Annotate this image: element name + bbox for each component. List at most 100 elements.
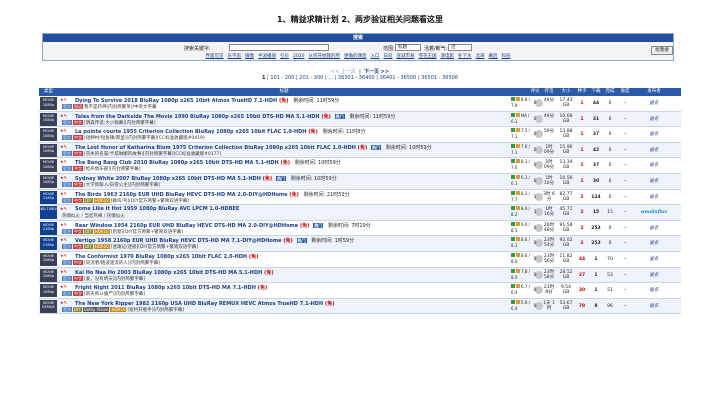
category-icon[interactable]: MOVIE 1080p xyxy=(40,268,57,282)
category-cell[interactable]: MOVIE 2160p xyxy=(39,221,58,236)
pager-link[interactable]: 36401 - 36500 xyxy=(380,75,417,81)
completed-cell[interactable]: 0 xyxy=(604,127,616,142)
quick-link[interactable]: 引价 xyxy=(280,54,289,59)
comments-cell[interactable]: 1 xyxy=(530,190,540,205)
table-row[interactable]: MOVIE 1080p ★✎ The Bang Bang Club 2010 B… xyxy=(39,158,681,174)
quick-link[interactable]: 演电影 xyxy=(440,54,454,59)
seeders-cell[interactable]: 1 xyxy=(576,96,588,111)
category-cell[interactable]: MOVIE 1080p xyxy=(39,283,58,298)
pager-link[interactable]: 101 - 200 xyxy=(270,75,294,81)
seeders-cell[interactable]: 2 xyxy=(576,236,588,251)
category-cell[interactable]: BD 1080i xyxy=(39,205,58,220)
category-cell[interactable]: MOVIE 1080p xyxy=(39,143,58,158)
bookmark-star-icon[interactable]: ★✎ xyxy=(60,269,67,274)
uploader-cell[interactable]: 匿名 xyxy=(634,252,674,267)
category-icon[interactable]: MOVIE 1080p xyxy=(40,143,57,157)
completed-cell[interactable]: 0 xyxy=(604,221,616,236)
quick-link[interactable]: 扑下水 xyxy=(458,54,472,59)
category-cell[interactable]: MOVIE 1080p xyxy=(39,174,58,189)
comments-cell[interactable]: 0 xyxy=(530,299,540,314)
quick-link[interactable]: 半波播放 xyxy=(258,54,276,59)
table-row[interactable]: MOVIE 1080p ★✎ Fright Night 2011 BluRay … xyxy=(39,283,681,299)
comments-cell[interactable]: 1 xyxy=(530,205,540,220)
torrent-title-link[interactable]: The Bang Bang Club 2010 BluRay 1080p x26… xyxy=(75,159,341,166)
uploader-cell[interactable]: 匿名 xyxy=(634,174,674,189)
completed-cell[interactable]: 51 xyxy=(604,283,616,298)
bookmark-star-icon[interactable]: ★✎ xyxy=(60,175,67,180)
leechers-cell[interactable]: 253 xyxy=(590,236,602,251)
seeders-cell[interactable]: 44 xyxy=(576,252,588,267)
leechers-cell[interactable]: 37 xyxy=(590,127,602,142)
quick-link[interactable]: 入口 xyxy=(370,54,379,59)
torrent-title-link[interactable]: Fright Night 2011 BluRay 1080p x265 10bi… xyxy=(75,284,270,291)
torrent-title-link[interactable]: Tales from the Darkside The Movie 1990 B… xyxy=(75,113,395,120)
uploader-cell[interactable]: 匿名 xyxy=(634,158,674,173)
table-row[interactable]: MOVIE 1080p ★✎ The Lost Honor of Kathari… xyxy=(39,142,681,159)
bookmark-star-icon[interactable]: ★✎ xyxy=(60,206,67,211)
table-row[interactable]: MOVIE 1080p ★✎ Tales from the Darkside T… xyxy=(39,111,681,128)
uploader-cell[interactable]: 匿名 xyxy=(634,283,674,298)
leechers-cell[interactable]: 31 xyxy=(590,112,602,127)
uploader-cell[interactable]: 匿名 xyxy=(634,221,674,236)
seeders-cell[interactable]: 78 xyxy=(576,299,588,314)
seeders-cell[interactable]: 1 xyxy=(576,174,588,189)
comments-cell[interactable]: 0 xyxy=(530,283,540,298)
table-row[interactable]: MOVIE 2160p ★✎ The Birds 1963 2160p EUR … xyxy=(39,190,681,206)
th-size[interactable]: 大小 xyxy=(558,88,574,96)
seeders-cell[interactable]: 1 xyxy=(576,127,588,142)
uploader-cell[interactable]: 匿名 xyxy=(634,127,674,142)
category-icon[interactable]: BD 1080i xyxy=(40,206,57,220)
bookmark-star-icon[interactable]: ★✎ xyxy=(60,128,67,133)
leechers-cell[interactable]: 1 xyxy=(590,252,602,267)
table-row[interactable]: MOVIE 2160p ★✎ Rear Window 1954 2160p EU… xyxy=(39,221,681,237)
announcement-banner[interactable]: 1、精益求精计划 2、两步验证相关问题看这里 xyxy=(0,14,720,25)
bookmark-star-icon[interactable]: ★✎ xyxy=(60,300,67,305)
torrent-title-link[interactable]: Dying To Survive 2018 BluRay 1080p x265 … xyxy=(75,97,339,104)
category-icon[interactable]: MOVIE REMUX xyxy=(40,299,57,313)
th-uploader[interactable]: 发布者 xyxy=(634,88,674,96)
uploader-cell[interactable]: 匿名 xyxy=(634,268,674,283)
torrent-title-link[interactable]: The New York Ripper 1982 2160p USA UHD B… xyxy=(75,300,337,307)
th-progress[interactable]: 进度 xyxy=(618,88,632,96)
quick-link[interactable]: 更确的课后 xyxy=(344,54,367,59)
th-alive[interactable]: 存活 xyxy=(542,88,556,96)
comments-cell[interactable]: 0 xyxy=(530,221,540,236)
uploader-cell[interactable]: 匿名 xyxy=(634,96,674,111)
comments-cell[interactable]: 0 xyxy=(530,127,540,142)
table-row[interactable]: MOVIE 1080p ★✎ La pointe courte 1955 Cri… xyxy=(39,127,681,143)
comments-cell[interactable]: 0 xyxy=(530,236,540,251)
table-row[interactable]: MOVIE REMUX ★✎ The New York Ripper 1982 … xyxy=(39,298,681,315)
torrent-title-link[interactable]: Vertigo 1958 2160p EUR UHD BluRay HEVC D… xyxy=(75,237,354,244)
completed-cell[interactable]: 0 xyxy=(604,112,616,127)
category-cell[interactable]: MOVIE REMUX xyxy=(39,299,58,314)
leechers-cell[interactable]: 42 xyxy=(590,143,602,158)
category-icon[interactable]: MOVIE 2160p xyxy=(40,237,57,251)
comments-cell[interactable]: 0 xyxy=(530,96,540,111)
torrent-title-link[interactable]: The Lost Honor of Katharina Blum 1975 Cr… xyxy=(75,144,432,151)
table-row[interactable]: MOVIE 1080p ★✎ Kal Ho Naa Ho 2003 BluRay… xyxy=(39,267,681,284)
leechers-cell[interactable]: 124 xyxy=(590,190,602,205)
alive-select[interactable]: 活 xyxy=(448,44,472,51)
quick-link[interactable]: 从何开始我的所 xyxy=(308,54,340,59)
category-cell[interactable]: MOVIE 2160p xyxy=(39,236,58,251)
th-completed[interactable]: 完成 xyxy=(604,88,616,96)
bookmark-star-icon[interactable]: ★✎ xyxy=(60,284,67,289)
completed-cell[interactable]: 53 xyxy=(604,268,616,283)
uploader-cell[interactable]: wmdinfluv xyxy=(634,205,674,220)
quick-link[interactable]: 摄像 xyxy=(245,54,254,59)
quick-link[interactable]: 幕后 xyxy=(488,54,497,59)
torrent-title-link[interactable]: Some Like It Hot 1959 1080p BluRay AVC L… xyxy=(75,206,242,212)
bookmark-star-icon[interactable]: ★✎ xyxy=(60,253,67,258)
category-cell[interactable]: MOVIE 1080p xyxy=(39,112,58,127)
leechers-cell[interactable]: 37 xyxy=(590,158,602,173)
bookmark-star-icon[interactable]: ★✎ xyxy=(60,191,67,196)
torrent-title-link[interactable]: The Birds 1963 2160p EUR UHD BluRay HEVC… xyxy=(75,191,350,198)
seeders-cell[interactable]: 1 xyxy=(576,143,588,158)
comments-cell[interactable]: 0 xyxy=(530,158,540,173)
uploader-cell[interactable]: 匿名 xyxy=(634,112,674,127)
category-cell[interactable]: MOVIE 1080p xyxy=(39,96,58,111)
th-seeders[interactable]: 种子 xyxy=(576,88,588,96)
category-icon[interactable]: MOVIE 2160p xyxy=(40,190,57,204)
pager-link[interactable]: 36501 - 36506 xyxy=(421,75,458,81)
quick-link[interactable]: 日前 xyxy=(383,54,392,59)
